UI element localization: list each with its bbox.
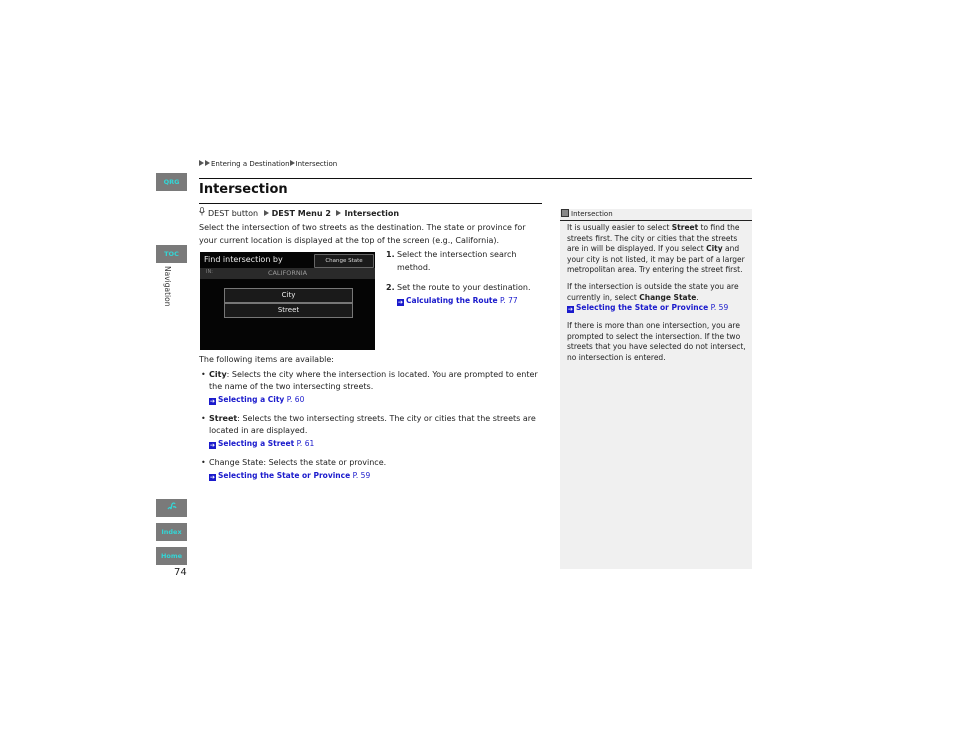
breadcrumb-arrow-icon — [199, 160, 204, 166]
list-item-change-state: • Change State: Selects the state or pro… — [201, 458, 387, 481]
qrg-tab[interactable]: QRG — [156, 173, 187, 191]
voice-command-tab[interactable] — [156, 499, 187, 517]
path-arrow-icon — [336, 210, 342, 216]
step-1: 1. Select the intersection search method. — [386, 249, 546, 274]
breadcrumb-item[interactable]: Entering a Destination — [211, 160, 290, 168]
step-text: Set the route to your destination. — [397, 283, 531, 292]
path-step: Intersection — [344, 209, 400, 218]
toc-tab[interactable]: TOC — [156, 245, 187, 263]
breadcrumb-arrow-icon — [289, 160, 295, 166]
state-bar: IN: CALIFORNIA — [200, 268, 375, 279]
note-paragraph: If there is more than one intersection, … — [567, 321, 746, 362]
selecting-state-link[interactable]: ➔ Selecting the State or Province P. 59 — [209, 471, 370, 481]
note-paragraph: It is usually easier to select Street to… — [567, 223, 745, 275]
step-text: Select the intersection search method. — [397, 250, 517, 272]
note-selecting-state-link[interactable]: ➔ Selecting the State or Province P. 59 — [567, 303, 728, 314]
title-divider — [199, 203, 542, 204]
index-tab[interactable]: Index — [156, 523, 187, 541]
page-title: Intersection — [199, 182, 288, 197]
menu-path: DEST button DEST Menu 2 Intersection — [199, 207, 399, 218]
link-arrow-icon: ➔ — [209, 474, 216, 481]
header-divider — [199, 178, 752, 179]
list-item-city: • City: Selects the city where the inter… — [201, 370, 538, 405]
breadcrumb-arrow-icon — [205, 160, 210, 166]
available-heading: The following items are available: — [199, 355, 334, 364]
nav-screen-image: Find intersection by Change State IN: CA… — [200, 252, 375, 350]
page-number: 74 — [174, 567, 187, 578]
path-step: DEST Menu 2 — [271, 209, 331, 218]
section-label: Navigation — [163, 266, 172, 307]
calculating-route-link[interactable]: ➔ Calculating the Route P. 77 — [397, 296, 518, 306]
selecting-street-link[interactable]: ➔ Selecting a Street P. 61 — [209, 439, 314, 449]
voice-command-icon — [166, 502, 178, 512]
home-tab[interactable]: Home — [156, 547, 187, 565]
link-arrow-icon: ➔ — [397, 298, 404, 306]
side-note: Intersection It is usually easier to sel… — [560, 209, 752, 569]
path-start: DEST button — [208, 209, 259, 218]
step-number: 2. — [386, 283, 395, 292]
change-state-button: Change State — [314, 254, 374, 268]
microphone-icon — [199, 207, 205, 218]
current-state: CALIFORNIA — [267, 269, 308, 277]
path-arrow-icon — [263, 210, 269, 216]
city-option: City — [224, 288, 353, 303]
note-icon — [561, 209, 569, 217]
selecting-city-link[interactable]: ➔ Selecting a City P. 60 — [209, 395, 304, 405]
link-arrow-icon: ➔ — [567, 306, 574, 314]
screen-title: Find intersection by — [204, 255, 283, 264]
link-arrow-icon: ➔ — [209, 398, 216, 405]
step-number: 1. — [386, 250, 395, 259]
link-arrow-icon: ➔ — [209, 442, 216, 449]
step-2: 2. Set the route to your destination. ➔ C… — [386, 282, 546, 307]
note-heading: Intersection — [560, 209, 752, 221]
street-option: Street — [224, 303, 353, 318]
list-item-street: • Street: Selects the two intersecting s… — [201, 414, 536, 449]
breadcrumb-item[interactable]: Intersection — [296, 160, 338, 168]
note-paragraph: If the intersection is outside the state… — [567, 282, 739, 314]
breadcrumb: Entering a Destination Intersection — [199, 160, 337, 168]
intro-text: Select the intersection of two streets a… — [199, 223, 526, 245]
